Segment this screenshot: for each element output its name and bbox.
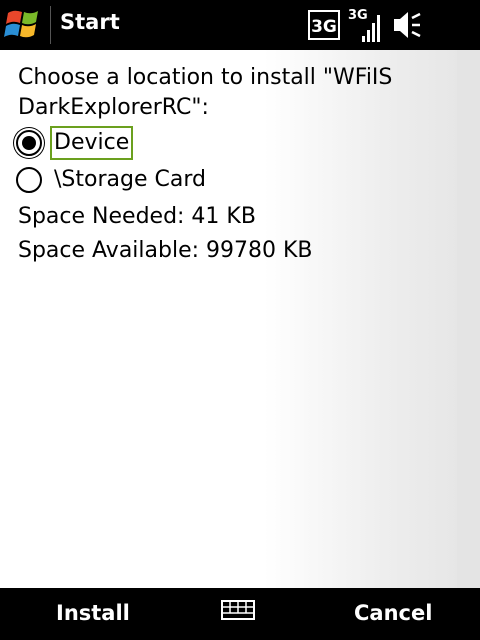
panel-edge [457, 50, 480, 588]
space-needed-text: Space Needed: 41 KB [18, 204, 256, 229]
3g-data-icon[interactable]: 3G [308, 10, 340, 40]
windows-flag-icon[interactable] [3, 3, 47, 47]
svg-text:3G: 3G [348, 8, 368, 23]
svg-text:3G: 3G [311, 17, 337, 37]
3g-signal-strength-icon[interactable]: 3G [348, 6, 384, 44]
softkey-bar: Install Cancel [0, 588, 480, 640]
install-prompt: Choose a location to install "WFiIS Dark… [18, 65, 393, 120]
radio-button-storage-card[interactable] [16, 167, 42, 193]
space-available-text: Space Available: 99780 KB [18, 238, 313, 263]
install-location-panel: Choose a location to install "WFiIS Dark… [0, 50, 480, 588]
title-divider [50, 6, 51, 44]
radio-label-storage-card[interactable]: \Storage Card [52, 165, 208, 195]
title-start[interactable]: Start [60, 10, 120, 34]
install-button[interactable]: Install [56, 601, 130, 625]
title-bar: Start 3G 3G [0, 0, 480, 50]
cancel-button[interactable]: Cancel [354, 601, 432, 625]
radio-button-device[interactable] [16, 130, 42, 156]
volume-muted-icon[interactable] [392, 10, 422, 40]
keyboard-icon[interactable] [221, 600, 255, 620]
radio-label-device[interactable]: Device [49, 126, 134, 160]
